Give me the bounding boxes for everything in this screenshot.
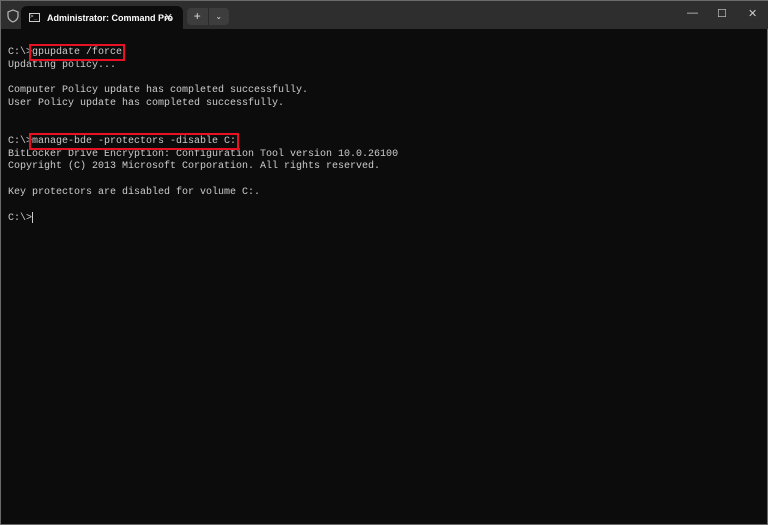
output-line: Computer Policy update has completed suc… [8,85,309,97]
tab-dropdown-button[interactable]: ⌄ [207,8,230,25]
command-line[interactable]: C:\> [8,212,398,226]
title-bar: >_ Administrator: Command Pro ✕ + ⌄ — ☐ … [1,1,768,29]
new-tab-group: + ⌄ [187,8,229,25]
prompt: C:\> [8,47,33,58]
command-line: C:\>manage-bde -protectors -disable C: [8,132,398,150]
cursor [32,212,34,224]
output-line: Key protectors are disabled for volume C… [8,186,261,198]
maximize-button[interactable]: ☐ [717,7,727,20]
tab-close-button[interactable]: ✕ [164,11,173,24]
tab-command-prompt[interactable]: >_ Administrator: Command Pro ✕ [21,6,183,29]
terminal-output[interactable]: C:\>gpupdate /force Updating policy... Co… [8,44,399,226]
minimize-button[interactable]: — [687,7,698,19]
close-button[interactable]: ✕ [748,7,757,20]
output-line: Copyright (C) 2013 Microsoft Corporation… [8,161,381,173]
prompt: C:\> [8,135,33,147]
prompt: C:\> [8,213,33,225]
shield-icon [7,9,19,23]
tab-title: Administrator: Command Pro [47,12,174,23]
new-tab-button[interactable]: + [187,8,208,25]
command-line: C:\>gpupdate /force [8,44,398,61]
output-line: User Policy update has completed success… [8,97,285,109]
output-line: BitLocker Drive Encryption: Configuratio… [8,148,399,160]
terminal-icon: >_ [29,13,40,22]
output-line: Updating policy... [8,59,117,71]
command-gpupdate: gpupdate /force [29,44,126,61]
command-manage-bde: manage-bde -protectors -disable C: [29,132,240,150]
